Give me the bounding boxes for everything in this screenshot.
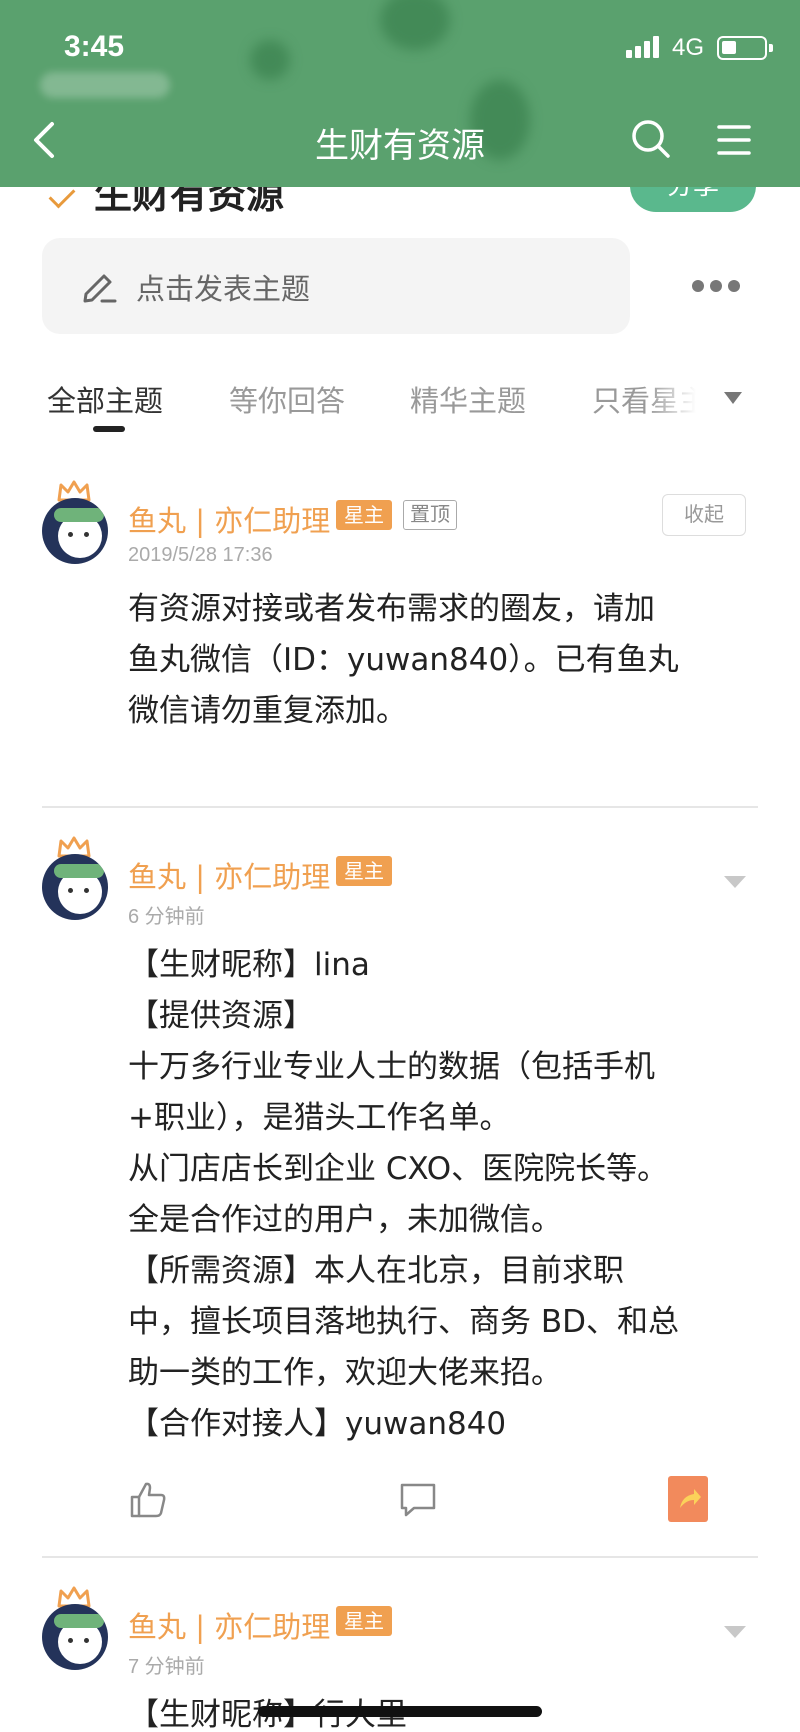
battery-icon <box>717 36 773 60</box>
post-body-line: 鱼丸微信（ID：yuwan840）。已有鱼丸 <box>128 642 679 678</box>
pinned-badge: 置顶 <box>403 500 457 530</box>
post-body-line: 【合作对接人】yuwan840 <box>128 1406 507 1442</box>
menu-icon[interactable] <box>716 122 752 158</box>
compose-placeholder: 点击发表主题 <box>136 272 311 306</box>
post-body-line: 全是合作过的用户，未加微信。 <box>128 1202 562 1238</box>
post-body-line: 十万多行业专业人士的数据（包括手机 <box>128 1049 655 1085</box>
post-body-line: 【提供资源】 <box>128 998 314 1034</box>
owner-badge: 星主 <box>336 1606 392 1636</box>
post-body[interactable]: 【生财昵称】lina 【提供资源】 十万多行业专业人士的数据（包括手机 +职业）… <box>128 940 748 1450</box>
post-body-line: 中，擅长项目落地执行、商务 BD、和总 <box>128 1304 679 1340</box>
background-blur <box>380 0 450 50</box>
home-indicator[interactable] <box>258 1706 542 1717</box>
post-body-line: 有资源对接或者发布需求的圈友，请加 <box>128 591 655 627</box>
post-body-line: 从门店店长到企业 CXO、医院院长等。 <box>128 1151 669 1187</box>
compose-topic-box[interactable]: 点击发表主题 <box>42 238 630 334</box>
blurred-label <box>40 72 170 98</box>
post-timestamp: 6 分钟前 <box>128 906 205 928</box>
background-blur <box>250 40 290 80</box>
post-divider <box>42 806 758 808</box>
post-body-line: 【生财昵称】lina <box>128 947 370 983</box>
network-type: 4G <box>672 34 705 61</box>
avatar[interactable] <box>42 1604 108 1670</box>
comment-icon[interactable] <box>398 1480 438 1520</box>
avatar[interactable] <box>42 854 108 920</box>
post-body[interactable]: 有资源对接或者发布需求的圈友，请加 鱼丸微信（ID：yuwan840）。已有鱼丸… <box>128 584 748 737</box>
author-name[interactable]: 鱼丸 | 亦仁助理 <box>128 498 330 540</box>
author-name[interactable]: 鱼丸 | 亦仁助理 <box>128 1604 330 1646</box>
tab-awaiting-answer[interactable]: 等你回答 <box>229 378 345 420</box>
avatar[interactable] <box>42 498 108 564</box>
post-timestamp: 7 分钟前 <box>128 1656 205 1678</box>
pen-icon <box>83 274 117 303</box>
owner-badge: 星主 <box>336 856 392 886</box>
search-icon[interactable] <box>630 118 672 160</box>
tab-overflow-fade <box>648 372 708 422</box>
owner-badge: 星主 <box>336 500 392 530</box>
post-body-line: 助一类的工作，欢迎大佬来招。 <box>128 1355 562 1391</box>
tabs-dropdown-icon[interactable] <box>724 392 742 404</box>
signal-icon <box>626 34 664 58</box>
like-icon[interactable] <box>128 1480 168 1520</box>
nav-header: 3:45 4G 生财有资源 <box>0 0 800 187</box>
page-title: 生财有资源 <box>315 126 485 166</box>
post-body-line: 微信请勿重复添加。 <box>128 693 407 729</box>
author-name[interactable]: 鱼丸 | 亦仁助理 <box>128 854 330 896</box>
tab-all-topics[interactable]: 全部主题 <box>47 378 163 420</box>
tab-featured[interactable]: 精华主题 <box>410 378 526 420</box>
expand-chevron-icon[interactable] <box>724 876 746 888</box>
share-icon[interactable] <box>668 1476 708 1522</box>
post-divider <box>42 1556 758 1558</box>
collapse-button[interactable]: 收起 <box>662 494 746 536</box>
more-options-icon[interactable] <box>692 280 740 294</box>
active-tab-indicator <box>93 426 125 432</box>
post-body-line: 【所需资源】本人在北京，目前求职 <box>128 1253 624 1289</box>
status-time: 3:45 <box>64 30 125 63</box>
expand-chevron-icon[interactable] <box>724 1626 746 1638</box>
post-timestamp: 2019/5/28 17:36 <box>128 544 273 566</box>
post-body-line: +职业），是猎头工作名单。 <box>128 1100 511 1136</box>
